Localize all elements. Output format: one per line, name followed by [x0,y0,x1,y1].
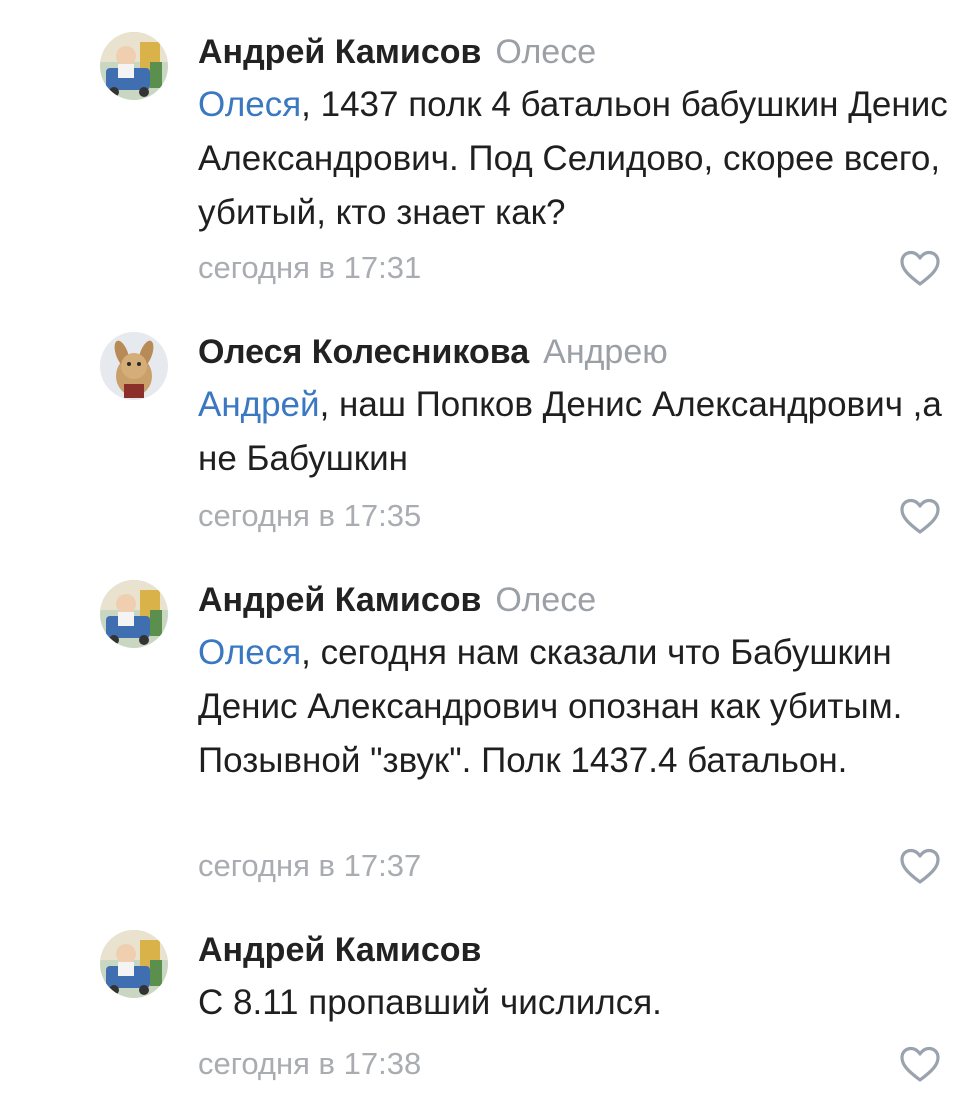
comment-header: Андрей Камисов [198,930,481,970]
comment-body: С 8.11 пропавший числился. [198,983,662,1022]
author-name[interactable]: Олеся Колесникова [198,333,529,371]
author-name[interactable]: Андрей Камисов [198,581,481,619]
reply-to[interactable]: Олесе [495,33,596,71]
comment-text: Олеся, 1437 полк 4 батальон бабушкин Ден… [198,78,958,240]
comment-body: , 1437 полк 4 батальон бабушкин Денис Ал… [198,85,948,232]
avatar[interactable] [100,32,168,100]
comment-text: Олеся, сегодня нам сказали что Бабушкин … [198,626,958,788]
reply-to[interactable]: Олесе [495,581,596,619]
comment-text: Андрей, наш Попков Денис Александрович ,… [198,378,958,486]
avatar[interactable] [100,332,168,400]
author-name[interactable]: Андрей Камисов [198,33,481,71]
like-button[interactable] [898,248,942,288]
timestamp[interactable]: сегодня в 17:38 [198,1046,421,1082]
like-button[interactable] [898,846,942,886]
timestamp[interactable]: сегодня в 17:37 [198,848,421,884]
avatar[interactable] [100,930,168,998]
mention-link[interactable]: Олеся [198,85,301,124]
heart-outline-icon [900,250,940,286]
comment-header: Андрей Камисов Олесе [198,580,596,620]
timestamp[interactable]: сегодня в 17:35 [198,498,421,534]
child-photo-avatar-icon [100,580,168,648]
author-name[interactable]: Андрей Камисов [198,931,481,969]
comment-header: Олеся Колесникова Андрею [198,332,668,372]
child-photo-avatar-icon [100,930,168,998]
heart-outline-icon [900,848,940,884]
comment-text: С 8.11 пропавший числился. [198,976,958,1030]
plush-toy-avatar-icon [100,332,168,400]
comment-header: Андрей Камисов Олесе [198,32,596,72]
avatar[interactable] [100,580,168,648]
heart-outline-icon [900,498,940,534]
comment-body: , сегодня нам сказали что Бабушкин Денис… [198,633,903,780]
reply-to[interactable]: Андрею [543,333,668,371]
child-photo-avatar-icon [100,32,168,100]
heart-outline-icon [900,1046,940,1082]
mention-link[interactable]: Андрей [198,385,320,424]
like-button[interactable] [898,1044,942,1084]
like-button[interactable] [898,496,942,536]
mention-link[interactable]: Олеся [198,633,301,672]
timestamp[interactable]: сегодня в 17:31 [198,250,421,286]
